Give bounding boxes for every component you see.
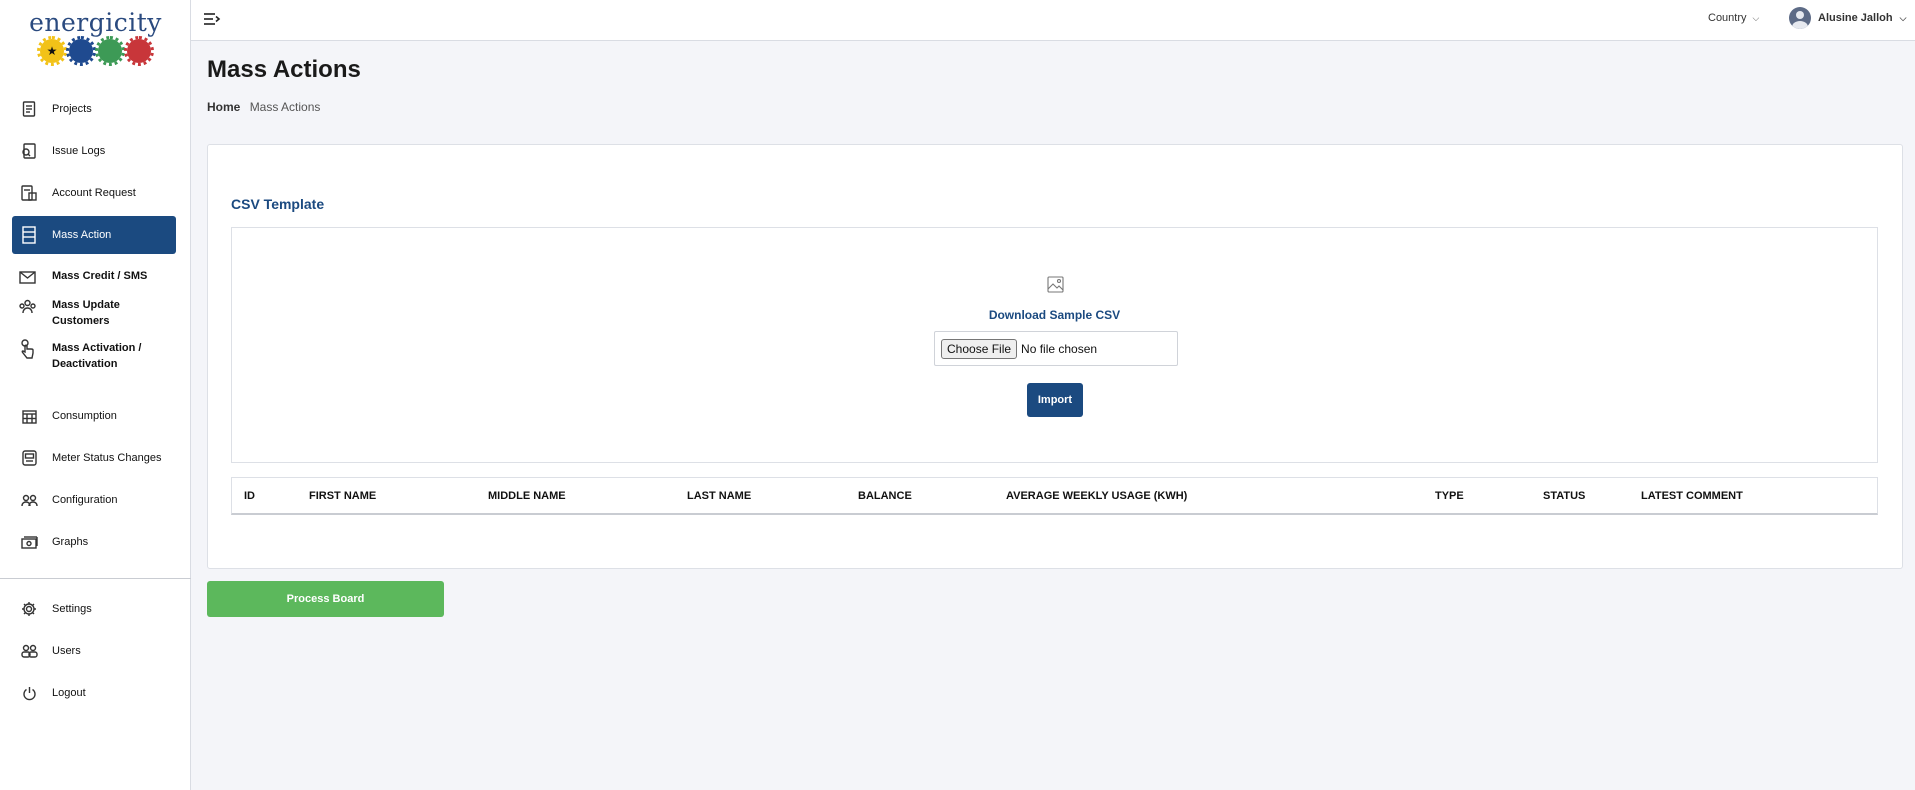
sidebar-item-account-request[interactable]: Account Request [12,174,176,212]
sidebar-item-graphs[interactable]: Graphs [12,523,176,561]
download-sample-csv-link[interactable]: Download Sample CSV [232,308,1877,322]
column-header-middle-name: MIDDLE NAME [488,490,566,502]
column-header-type: TYPE [1435,490,1464,502]
topbar: Country ⌵ Alusine Jalloh ⌵ [191,0,1915,41]
logo[interactable]: energicity ★ [0,8,191,66]
breadcrumb: Home Mass Actions [207,100,320,114]
sidebar-item-mass-action[interactable]: Mass Action [12,216,176,254]
sidebar-item-label: Account Request [52,187,136,199]
column-header-balance: BALANCE [858,490,912,502]
page-title: Mass Actions [207,56,361,83]
sidebar-item-issue-logs[interactable]: Issue Logs [12,132,176,170]
avatar [1789,7,1811,29]
column-header-average-weekly-usage: AVERAGE WEEKLY USAGE (KWH) [1006,490,1188,502]
gear-icon [20,600,38,618]
hand-pointer-icon [18,339,36,359]
energicity-sun-logo-icon: ★ [0,36,191,66]
table-header: ID FIRST NAME MIDDLE NAME LAST NAME BALA… [231,477,1878,515]
process-board-button[interactable]: Process Board [207,581,444,617]
menu-toggle-icon[interactable] [203,11,221,27]
image-icon [1047,276,1064,293]
sidebar-item-consumption[interactable]: Consumption [12,397,176,435]
country-label: Country [1708,12,1747,24]
sidebar: energicity ★ Projects Issue Logs Account… [0,0,191,790]
sidebar-item-label: Configuration [52,494,118,506]
user-menu[interactable]: Alusine Jalloh ⌵ [1789,7,1906,29]
csv-template-title: CSV Template [231,196,325,212]
sidebar-subitem-mass-credit-sms[interactable]: Mass Credit / SMS [18,268,178,286]
user-name: Alusine Jalloh [1818,12,1893,24]
people-icon [18,297,36,315]
chevron-down-icon: ⌵ [1899,12,1907,23]
column-header-last-name: LAST NAME [687,490,752,502]
sidebar-item-meter-status-changes[interactable]: Meter Status Changes [12,439,176,477]
import-button[interactable]: Import [1027,383,1083,417]
country-dropdown[interactable]: Country ⌵ [1708,12,1759,24]
breadcrumb-home[interactable]: Home [207,100,240,114]
choose-file-button[interactable]: Choose File [941,338,1018,359]
sidebar-subitem-label: Mass Credit / SMS [52,270,148,282]
sidebar-item-configuration[interactable]: Configuration [12,481,176,519]
sidebar-item-label: Settings [52,603,92,615]
sidebar-item-logout[interactable]: Logout [12,674,176,712]
sidebar-subitem-label: Mass Activation / Deactivation [52,342,142,370]
sidebar-item-label: Projects [52,103,92,115]
document-icon [20,100,38,118]
sidebar-subitem-label: Mass Update Customers [52,299,120,327]
power-icon [20,684,38,702]
sidebar-item-label: Logout [52,687,86,699]
column-header-latest-comment: LATEST COMMENT [1641,490,1743,502]
breadcrumb-current: Mass Actions [249,100,321,114]
money-graph-icon [20,533,38,551]
sidebar-item-settings[interactable]: Settings [12,590,176,628]
column-header-first-name: FIRST NAME [309,490,377,502]
chevron-down-icon: ⌵ [1752,12,1760,23]
sidebar-divider [0,578,191,579]
column-header-id: ID [244,490,255,502]
sidebar-subitem-mass-update-customers[interactable]: Mass Update Customers [18,297,178,329]
calendar-icon [20,407,38,425]
csv-file-input[interactable]: Choose File No file chosen [934,331,1178,366]
envelope-icon [18,268,36,286]
table-icon [20,226,38,244]
mass-actions-card: CSV Template Download Sample CSV Choose … [207,144,1903,569]
sidebar-item-label: Issue Logs [52,145,106,157]
sidebar-item-users[interactable]: Users [12,632,176,670]
sidebar-item-label: Mass Action [52,229,112,241]
sidebar-subitem-mass-activation[interactable]: Mass Activation / Deactivation [18,339,178,372]
column-header-status: STATUS [1543,490,1586,502]
csv-upload-box: Download Sample CSV Choose File No file … [231,227,1878,463]
users-config-icon [20,491,38,509]
issue-log-icon [20,142,38,160]
sidebar-item-label: Meter Status Changes [52,452,162,464]
sidebar-item-projects[interactable]: Projects [12,90,176,128]
users-icon [20,642,38,660]
logo-text: energicity [29,8,162,37]
sidebar-item-label: Graphs [52,536,89,548]
sidebar-item-label: Consumption [52,410,117,422]
account-request-icon [20,184,38,202]
file-status: No file chosen [1021,341,1098,356]
sidebar-item-label: Users [52,645,81,657]
meter-icon [20,449,38,467]
